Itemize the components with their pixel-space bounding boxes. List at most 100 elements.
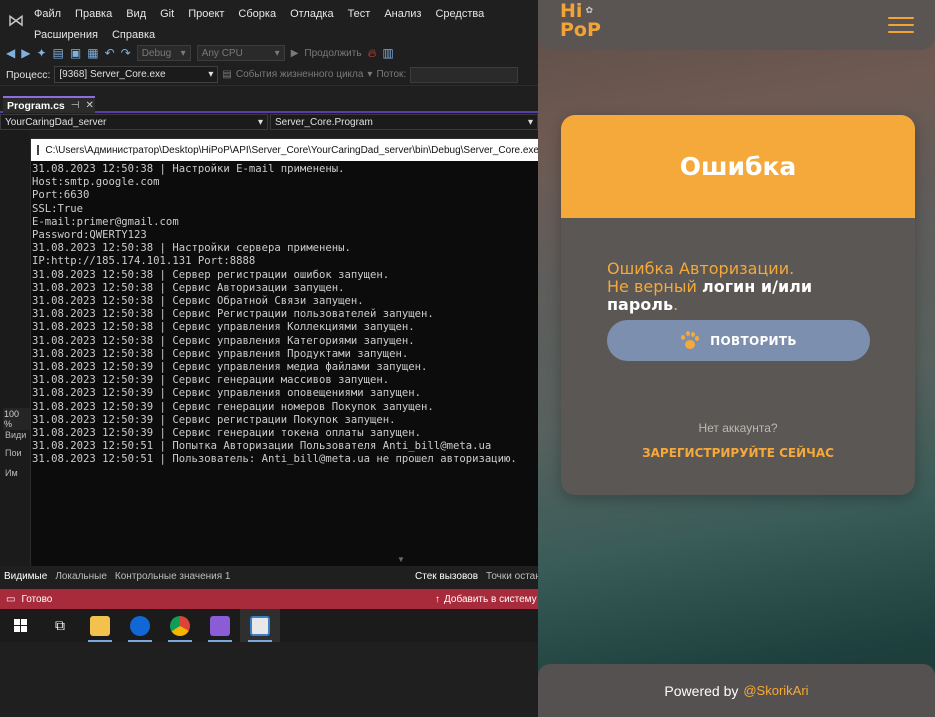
tab-call-stack[interactable]: Стек вызовов <box>411 571 482 582</box>
hot-reload-icon[interactable]: 🔥︎ <box>368 46 377 61</box>
menu-analyze[interactable]: Анализ <box>384 3 428 20</box>
console-app-icon <box>37 145 40 155</box>
bottom-tool-tabs-right: Стек вызовов Точки остан <box>411 566 540 586</box>
tab-breakpoints[interactable]: Точки остан <box>482 571 540 582</box>
console-line: 31.08.2023 12:50:39 | Сервис генерации н… <box>32 400 434 413</box>
process-select[interactable]: [9368] Server_Core.exe ▾ <box>54 66 219 83</box>
zoom-level[interactable]: 100 % <box>3 408 30 430</box>
menu-edit[interactable]: Правка <box>75 3 119 20</box>
menu-view[interactable]: Вид <box>126 3 153 20</box>
powered-by-text: Powered by <box>664 682 739 699</box>
running-indicator <box>208 640 232 642</box>
class-select[interactable]: Server_Core.Program ▾ <box>270 114 538 130</box>
retry-button-label: ПОВТОРИТЬ <box>710 333 797 348</box>
thread-select[interactable] <box>410 66 519 83</box>
status-bar: ▭ Готово ↑ Добавить в систему <box>0 589 540 609</box>
console-line: 31.08.2023 12:50:38 | Сервис Регистрации… <box>32 308 434 321</box>
paw-icon <box>680 330 700 351</box>
undo-icon[interactable]: ↶ <box>105 46 115 60</box>
hipop-logo[interactable]: Hi ✿ PoP <box>560 2 601 40</box>
tab-locals[interactable]: Локальные <box>51 571 111 582</box>
navigation-bar: YourCaringDad_server ▾ Server_Core.Progr… <box>0 114 540 130</box>
console-line: 31.08.2023 12:50:39 | Сервис регистрации… <box>32 413 396 426</box>
taskbar-console[interactable] <box>240 609 280 642</box>
open-folder-icon[interactable]: ▤ <box>53 46 64 60</box>
menu-file[interactable]: Файл <box>34 3 68 20</box>
hipop-app: Hi ✿ PoP Ошибка Ошибка Авторизации. Не в… <box>538 0 935 717</box>
console-line: 31.08.2023 12:50:38 | Сервис управления … <box>32 347 409 360</box>
console-line: 31.08.2023 12:50:39 | Сервис управления … <box>32 361 428 374</box>
platform-select[interactable]: Any CPU ▾ <box>196 45 285 61</box>
standard-toolbar: ◀ ▶ ✦ ▤ ▣ ▦ ↶ ↷ Debug ▾ Any CPU ▾ ▶ Прод… <box>0 42 540 64</box>
console-line: 31.08.2023 12:50:38 | Настройки E-mail п… <box>32 163 345 175</box>
status-text: Готово <box>21 593 53 605</box>
configuration-select[interactable]: Debug ▾ <box>136 45 191 61</box>
file-explorer-icon <box>90 615 110 636</box>
console-title: C:\Users\Администратор\Desktop\HiPoP\API… <box>45 144 539 156</box>
tab-watch-1[interactable]: Контрольные значения 1 <box>111 571 235 582</box>
lifecycle-events-button[interactable]: События жизненного цикла <box>236 69 364 80</box>
app-header: Hi ✿ PoP <box>538 0 935 50</box>
register-now-link[interactable]: ЗАРЕГИСТРИРУЙТЕ СЕЙЧАС <box>561 446 915 460</box>
console-line: SSL:True <box>32 202 84 215</box>
menu-project[interactable]: Проект <box>188 3 231 20</box>
error-message-part-1: Ошибка Авторизации. <box>607 259 795 278</box>
chevron-down-icon: ▾ <box>274 47 280 59</box>
ready-icon: ▭ <box>6 593 16 605</box>
author-link[interactable]: @SkorikAri <box>743 683 808 698</box>
taskbar-chrome[interactable] <box>160 609 200 642</box>
pin-icon[interactable]: ⊣ <box>71 100 80 111</box>
menu-test[interactable]: Тест <box>348 3 378 20</box>
running-indicator <box>128 640 152 642</box>
side-panel: Види Пои Им 100 % <box>0 130 30 570</box>
side-label-search: Пои <box>5 448 22 458</box>
chevron-down-icon: ▾ <box>180 47 186 59</box>
taskbar-explorer[interactable] <box>80 609 120 642</box>
menu-help[interactable]: Справка <box>112 24 162 41</box>
project-select[interactable]: YourCaringDad_server ▾ <box>0 114 268 130</box>
error-dialog-header: Ошибка <box>561 115 915 218</box>
document-tab-bar: Program.cs ⊣ ✕ <box>0 95 540 113</box>
visual-studio-icon <box>210 615 230 636</box>
chevron-down-icon: ▾ <box>257 116 263 128</box>
task-view-button[interactable]: ⧉ <box>40 609 80 642</box>
save-icon[interactable]: ▣ <box>70 46 81 60</box>
menu-git[interactable]: Git <box>160 3 181 20</box>
scroll-down-icon[interactable]: ▼ <box>397 555 407 565</box>
hamburger-menu-icon[interactable] <box>888 17 914 38</box>
forward-icon[interactable]: ▶ <box>21 46 30 60</box>
console-window[interactable]: C:\Users\Администратор\Desktop\HiPoP\API… <box>30 138 540 568</box>
tab-program-cs[interactable]: Program.cs ⊣ ✕ <box>3 96 95 113</box>
menu-debug[interactable]: Отладка <box>290 3 340 20</box>
menu-tools[interactable]: Средства <box>435 3 491 20</box>
tab-autos[interactable]: Видимые <box>0 571 51 582</box>
menu-extensions[interactable]: Расширения <box>34 24 105 41</box>
continue-button[interactable]: Продолжить <box>304 48 361 59</box>
close-icon[interactable]: ✕ <box>86 100 94 111</box>
window-layout-icon[interactable]: ▥ <box>382 46 393 60</box>
error-message: Ошибка Авторизации. Не верный логин и/ил… <box>607 260 867 314</box>
console-line: Host:smtp.google.com <box>32 176 160 189</box>
redo-icon[interactable]: ↷ <box>121 46 131 60</box>
console-line: 31.08.2023 12:50:39 | Сервис генерации м… <box>32 374 390 387</box>
taskbar-visual-studio[interactable] <box>200 609 240 642</box>
running-indicator <box>88 640 112 642</box>
windows-logo-icon <box>13 619 27 632</box>
console-line: Password:QWERTY123 <box>32 229 147 242</box>
chevron-down-icon[interactable]: ▾ <box>367 69 372 80</box>
console-line: E-mail:primer@gmail.com <box>32 215 179 228</box>
save-all-icon[interactable]: ▦ <box>87 46 98 60</box>
debug-location-toolbar: Процесс: [9368] Server_Core.exe ▾ ▤ Собы… <box>0 64 540 86</box>
error-dialog: Ошибка Ошибка Авторизации. Не верный лог… <box>561 115 915 495</box>
console-title-bar: C:\Users\Администратор\Desktop\HiPoP\API… <box>31 139 539 161</box>
continue-icon[interactable]: ▶ <box>291 48 299 59</box>
side-label-name: Им <box>5 468 18 478</box>
add-to-source-control-button[interactable]: Добавить в систему <box>444 594 537 605</box>
retry-button[interactable]: ПОВТОРИТЬ <box>607 320 870 361</box>
back-icon[interactable]: ◀ <box>6 46 15 60</box>
console-line: 31.08.2023 12:50:51 | Пользователь: Anti… <box>32 453 517 466</box>
new-item-icon[interactable]: ✦ <box>36 46 46 60</box>
start-button[interactable] <box>0 609 40 642</box>
menu-build[interactable]: Сборка <box>238 3 283 20</box>
taskbar-teamviewer[interactable] <box>120 609 160 642</box>
